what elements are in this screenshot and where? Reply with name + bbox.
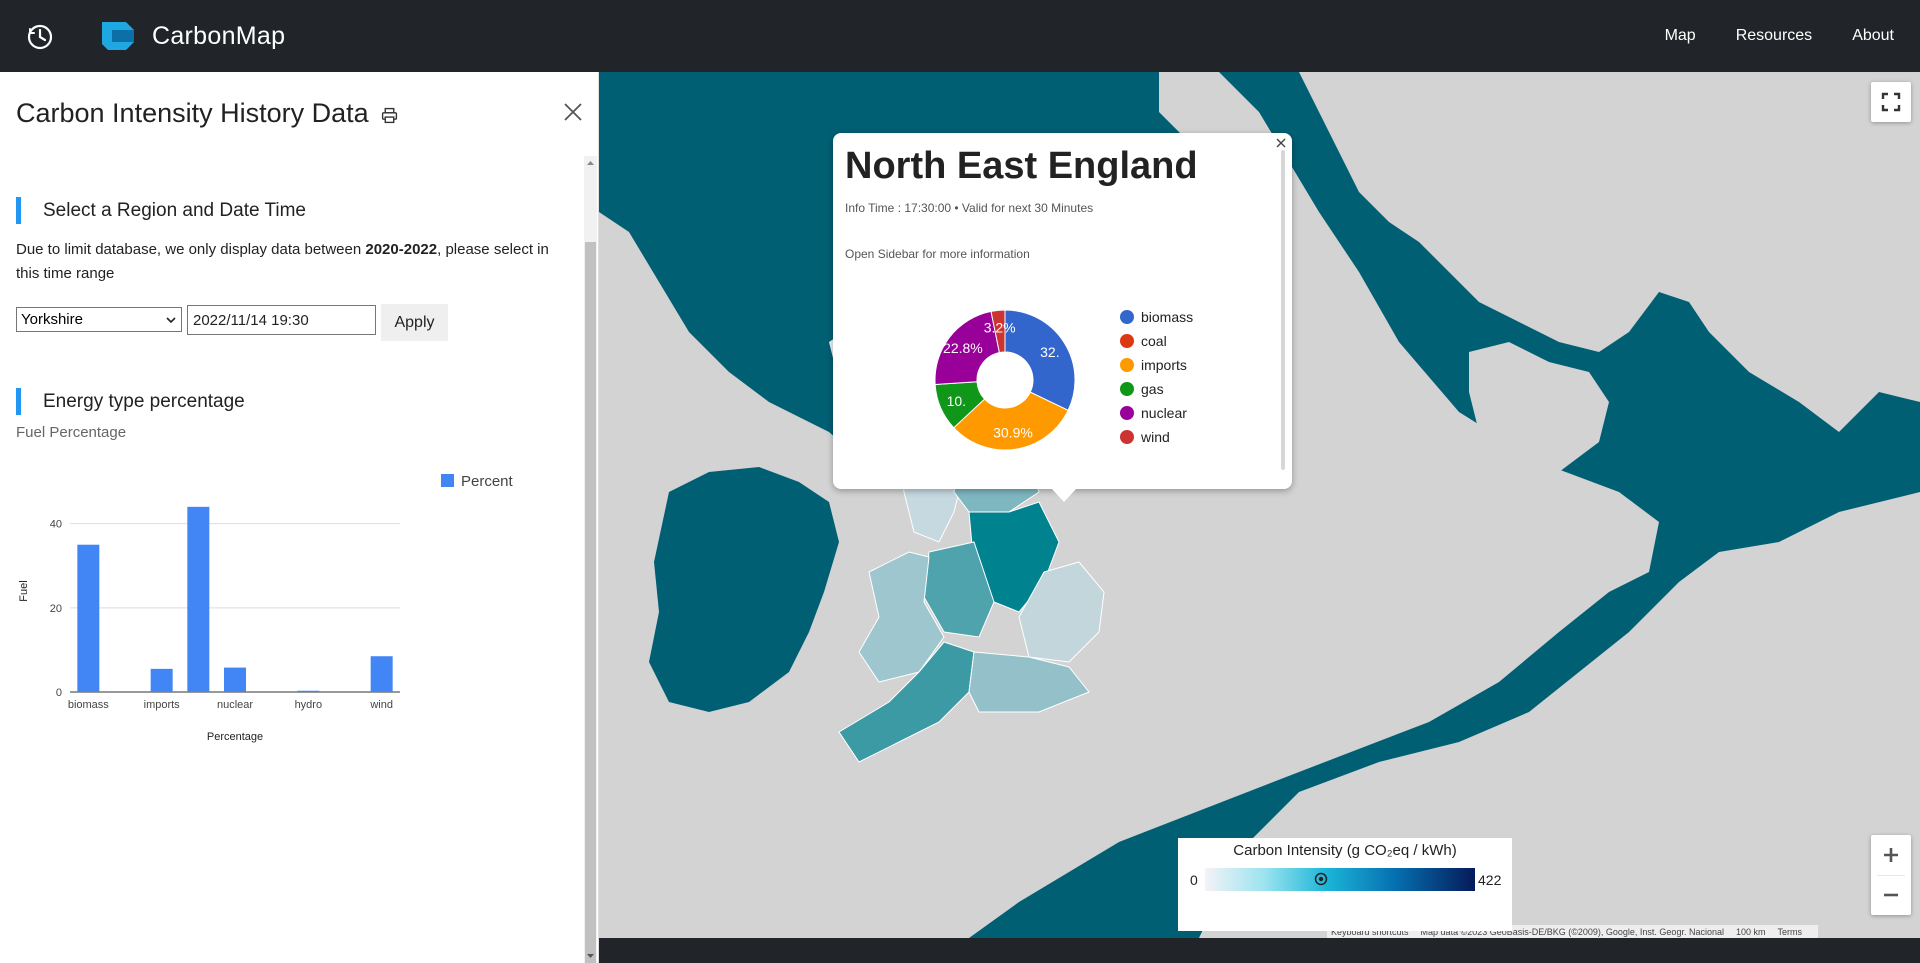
x-tick-label: hydro [295,699,323,711]
section-region-heading: Select a Region and Date Time [16,197,306,224]
donut-legend-item: biomass [1120,305,1193,329]
popup-scrollbar[interactable] [1281,150,1285,470]
x-tick-label: nuclear [217,699,253,711]
popup-pointer [1052,489,1076,502]
y-tick-label: 20 [50,603,62,615]
fuel-donut-chart: 32. 30.9% 10. 22.8%3.2% [934,309,1076,451]
y-tick-label: 40 [50,519,62,531]
region-select-value: Yorkshire [21,311,83,328]
slice-label: 30.9% [993,424,1033,440]
fullscreen-button[interactable] [1871,82,1911,122]
nav-about[interactable]: About [1852,27,1894,45]
donut-legend-item: nuclear [1120,401,1193,425]
x-tick-label: imports [144,699,181,711]
chevron-down-icon [166,316,176,323]
scale-label: 100 km [1735,926,1766,937]
bar-wind [370,656,393,692]
x-tick-label: wind [369,699,393,711]
legend-dot [1120,358,1134,372]
legend-swatch [441,474,454,487]
popup-region-name: North East England [845,145,1198,187]
legend-label: imports [1141,357,1187,373]
datetime-input[interactable] [187,305,376,335]
date-range-description: Due to limit database, we only display d… [16,238,571,286]
legend-min: 0 [1190,872,1198,888]
legend-label: nuclear [1141,405,1187,421]
legend-title: Carbon Intensity (g CO₂eq / kWh) [1233,842,1457,859]
history-clock-icon[interactable] [26,23,54,51]
nav-map[interactable]: Map [1665,27,1696,45]
scroll-down-arrow-icon[interactable] [584,949,597,963]
fuel-percentage-subtitle: Fuel Percentage [16,424,127,441]
x-tick-label: biomass [68,699,109,711]
sidebar: Carbon Intensity History Data Select a R… [0,72,599,963]
slice-label: 10. [947,393,966,409]
slice-label: 3.2% [984,319,1016,335]
legend-label: gas [1141,381,1164,397]
y-axis-label: Fuel [18,580,30,601]
nav-resources[interactable]: Resources [1736,27,1812,45]
legend-label: wind [1141,429,1170,445]
nav-links: Map Resources About [1625,0,1894,72]
ireland-land [649,467,839,712]
bar-biomass [77,544,100,692]
legend-gradient-bar [1205,868,1475,891]
carbonmap-logo-icon [102,22,134,50]
bar-nuclear [224,667,246,692]
fuel-bar-chart: 0 20 40 biomass imports nuclear hydro wind Perce… [18,473,514,743]
fullscreen-icon [1881,92,1901,112]
legend-dot [1120,310,1134,324]
popup-open-sidebar-hint: Open Sidebar for more information [845,247,1030,261]
apply-button[interactable]: Apply [381,304,448,341]
zoom-controls [1871,835,1911,915]
bar-hydro [297,690,320,692]
zoom-out-button[interactable] [1871,875,1911,915]
y-tick-label: 0 [56,687,62,699]
region-select[interactable]: Yorkshire [16,307,182,332]
donut-legend-item: imports [1120,353,1193,377]
desc-years: 2020-2022 [365,241,438,258]
legend-dot [1120,382,1134,396]
section-energy-heading: Energy type percentage [16,388,245,415]
region-south-england [968,651,1090,713]
desc-text-1: Due to limit database, we only display d… [16,241,366,258]
donut-legend-item: coal [1120,329,1193,353]
page: CarbonMap Map Resources About Carbon Int… [0,0,1920,963]
map-bottom-bar [599,938,1920,963]
print-icon[interactable] [381,107,398,124]
popup-close-icon[interactable] [1274,136,1288,150]
terms-link[interactable]: Terms [1777,927,1802,937]
legend-dot [1120,334,1134,348]
popup-info-time: Info Time : 17:30:00 • Valid for next 30… [845,201,1094,215]
sidebar-title-row: Carbon Intensity History Data [16,98,398,129]
sidebar-scroll-thumb[interactable] [585,242,596,963]
legend-dot [1120,406,1134,420]
minus-icon [1884,893,1898,897]
slice-label: 32. [1040,344,1059,360]
legend-label: Percent [461,473,514,490]
legend-max: 422 [1478,872,1502,888]
x-axis-label: Percentage [207,731,263,743]
plus-icon [1884,848,1898,862]
legend-label: biomass [1141,309,1194,325]
bar-imports [150,668,173,692]
donut-legend-item: wind [1120,425,1193,449]
brand[interactable]: CarbonMap [100,20,285,52]
legend-dot [1120,430,1134,444]
donut-legend-item: gas [1120,377,1193,401]
close-icon[interactable] [563,102,583,122]
legend-marker-icon [1314,872,1328,886]
sidebar-title: Carbon Intensity History Data [16,98,369,128]
legend-label: coal [1141,333,1167,349]
scroll-up-arrow-icon[interactable] [584,156,597,170]
navbar: CarbonMap Map Resources About [0,0,1920,72]
zoom-in-button[interactable] [1871,835,1911,875]
fuel-donut-legend: biomass coal imports gas nuclear wind [1120,305,1193,449]
carbon-intensity-legend: Carbon Intensity (g CO₂eq / kWh) 0 422 [1178,838,1512,931]
bar-gas [187,506,210,692]
sidebar-scrollbar[interactable] [584,156,597,963]
slice-label: 22.8% [943,340,983,356]
brand-name: CarbonMap [152,21,286,50]
